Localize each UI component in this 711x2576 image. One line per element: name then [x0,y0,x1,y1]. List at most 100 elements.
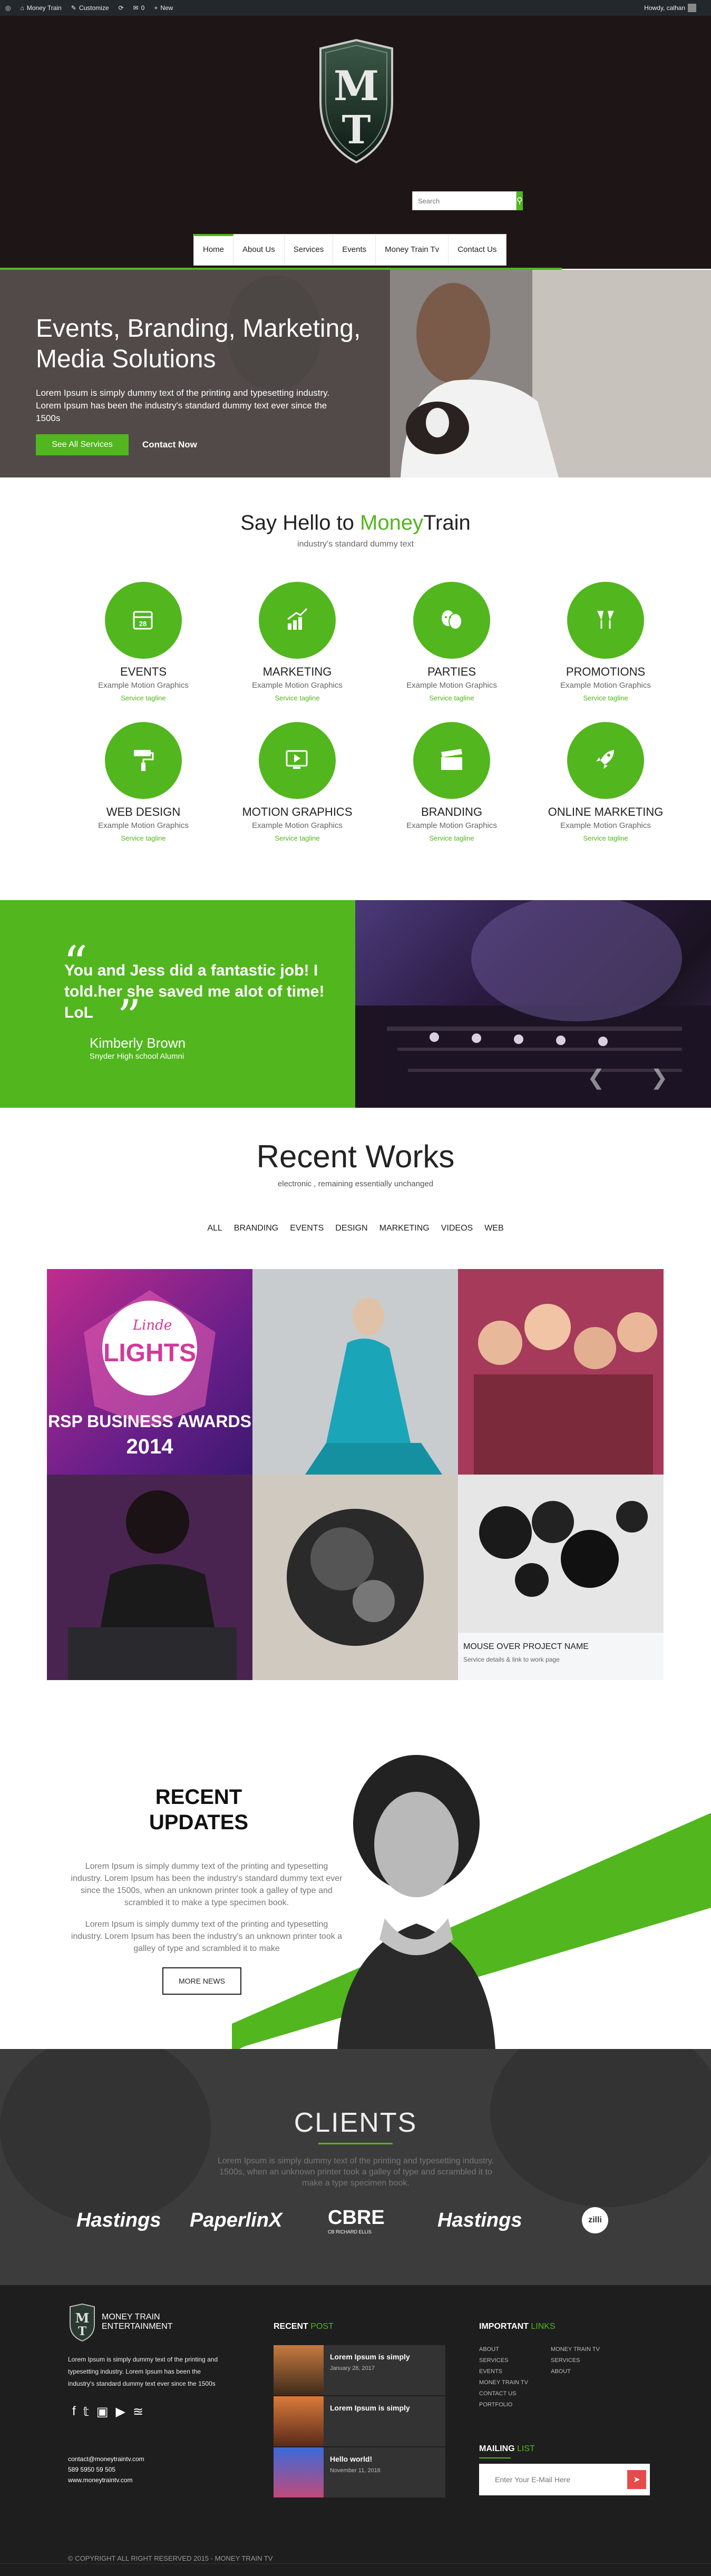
service-tagline[interactable]: Service tagline [229,834,366,842]
footer-email[interactable]: contact@moneytraintv.com [68,2454,144,2464]
service-tagline[interactable]: Service tagline [75,834,212,842]
recent-post-item[interactable]: Lorem Ipsum is simply [274,2396,445,2446]
footer-website[interactable]: www.moneytraintv.com [68,2475,144,2485]
filter-design[interactable]: DESIGN [335,1224,367,1233]
filter-videos[interactable]: VIDEOS [441,1224,473,1233]
footer-brand-line: MONEY TRAIN [102,2312,160,2321]
service-description: Example Motion Graphics [252,681,343,690]
heading-highlight: LIST [517,2444,535,2453]
subscribe-button[interactable]: ➤ [627,2470,646,2489]
footer-link[interactable]: ABOUT [479,2344,528,2355]
service-item[interactable]: MOTION GRAPHICS Example Motion Graphics Se… [229,722,366,842]
footer-link[interactable]: ABOUT [551,2366,600,2377]
nav-item-money-train-tv[interactable]: Money Train Tv [376,234,449,266]
service-title: EVENTS [120,665,167,678]
service-icon-circle [413,582,490,659]
chart-icon [287,608,308,630]
brush-icon: ✎ [71,4,76,12]
footer-link[interactable]: SERVICES [479,2355,528,2366]
client-logo-sublabel: CB RICHARD ELLIS [328,2229,372,2235]
glasses-icon [597,611,614,629]
portfolio-tile-dj[interactable] [47,1475,252,1680]
portfolio-tile-award[interactable]: Linde LIGHTS RSP BUSINESS AWARDS 2014 [47,1269,252,1475]
admin-account-link[interactable]: Howdy, calhan [644,4,696,12]
filter-web[interactable]: WEB [484,1224,503,1233]
service-item[interactable]: MARKETING Example Motion Graphics Service … [229,582,366,702]
rss-icon[interactable]: ≊ [133,2404,143,2419]
post-thumbnail [274,2447,324,2497]
admin-new-link[interactable]: + New [154,4,173,12]
more-news-button[interactable]: MORE NEWS [162,1967,241,1995]
send-icon: ➤ [633,2475,640,2484]
contact-now-link[interactable]: Contact Now [142,434,197,455]
site-logo[interactable]: M T [314,38,398,164]
filter-events[interactable]: EVENTS [290,1224,324,1233]
service-tagline[interactable]: Service tagline [383,694,520,702]
search-button[interactable]: ⚲ [517,191,523,210]
service-icon-circle [259,722,336,799]
twitter-icon[interactable]: 𝕥 [83,2404,89,2419]
service-title: ONLINE MARKETING [548,805,664,818]
service-tagline[interactable]: Service tagline [75,694,212,702]
nav-item-events[interactable]: Events [333,234,376,266]
recent-post-heading: RECENT POST [274,2322,334,2331]
service-item[interactable]: WEB DESIGN Example Motion Graphics Service… [75,722,212,842]
nav-item-contact-us[interactable]: Contact Us [449,234,507,266]
footer-link[interactable]: EVENTS [479,2366,528,2377]
footer-link[interactable]: MONEY TRAIN TV [551,2344,600,2355]
service-tagline[interactable]: Service tagline [537,834,674,842]
instagram-icon[interactable]: ▣ [96,2404,109,2419]
search-input[interactable] [412,191,517,210]
recent-post-item[interactable]: Lorem Ipsum is simply January 28, 2017 [274,2345,445,2395]
admin-site-link[interactable]: ⌂ Money Train [20,4,61,12]
service-title: PARTIES [427,665,476,678]
youtube-icon[interactable]: ▶ [116,2404,125,2419]
footer-logo[interactable]: M T [68,2304,96,2341]
award-tile-title: RSP BUSINESS AWARDS [48,1412,251,1431]
email-input[interactable] [479,2464,650,2495]
avatar [688,4,696,12]
admin-customize-link[interactable]: ✎ Customize [71,4,109,12]
post-title: Lorem Ipsum is simply [330,2404,410,2412]
footer-link[interactable]: MONEY TRAIN TV [479,2377,528,2388]
intro-title: Say Hello to MoneyTrain [0,511,711,535]
slider-next-icon[interactable]: ❯ [650,1066,668,1090]
service-tagline[interactable]: Service tagline [383,834,520,842]
see-all-services-button[interactable]: See All Services [36,434,129,455]
service-item[interactable]: BRANDING Example Motion Graphics Service t… [383,722,520,842]
nav-item-services[interactable]: Services [285,234,334,266]
wp-logo-icon[interactable]: ◎ [5,4,11,12]
admin-comments-link[interactable]: ✉ 0 [133,4,145,12]
service-item[interactable]: 28 EVENTS Example Motion Graphics Service t… [75,582,212,702]
nav-item-home[interactable]: Home [194,234,234,266]
service-tagline[interactable]: Service tagline [229,694,366,702]
portfolio-tile-spheres[interactable]: MOUSE OVER PROJECT NAME Service details … [458,1475,664,1680]
recent-updates-paragraph: Lorem Ipsum is simply dummy text of the … [71,1862,343,1907]
service-icon-circle [259,582,336,659]
portfolio-tile-model[interactable] [252,1269,458,1475]
footer-link[interactable]: SERVICES [551,2355,600,2366]
nav-item-about-us[interactable]: About Us [233,234,285,266]
admin-updates-link[interactable]: ⟳ [119,4,124,12]
recent-post-item[interactable]: Hello world! November 11, 2016 [274,2447,445,2497]
service-icon-circle [413,722,490,799]
service-tagline[interactable]: Service tagline [537,694,674,702]
portfolio-tile-party[interactable] [458,1269,664,1475]
testimonial-org: Snyder High school Alumni [90,1052,184,1061]
client-logo-paperlinx: PaperlinX [190,2207,282,2233]
post-date: November 11, 2016 [330,2467,381,2474]
filter-branding[interactable]: BRANDING [234,1224,278,1233]
service-item[interactable]: PROMOTIONS Example Motion Graphics Service… [537,582,674,702]
filter-all[interactable]: ALL [207,1224,222,1233]
filter-marketing[interactable]: MARKETING [379,1224,430,1233]
portfolio-tile-sphere[interactable] [252,1475,458,1680]
footer-link[interactable]: CONTACT US [479,2388,528,2399]
facebook-icon[interactable]: f [72,2404,76,2419]
hero-section: Events, Branding, Marketing, Media Solut… [0,270,711,477]
service-item[interactable]: PARTIES Example Motion Graphics Service ta… [383,582,520,702]
service-item[interactable]: ONLINE MARKETING Example Motion Graphics S… [537,722,674,842]
client-logo-cbre: CBRE CB RICHARD ELLIS [328,2207,385,2235]
footer-link[interactable]: PORTFOLIO [479,2399,528,2411]
slider-prev-icon[interactable]: ❮ [587,1066,605,1090]
footer-brand-line: ENTERTAINMENT [102,2322,173,2331]
